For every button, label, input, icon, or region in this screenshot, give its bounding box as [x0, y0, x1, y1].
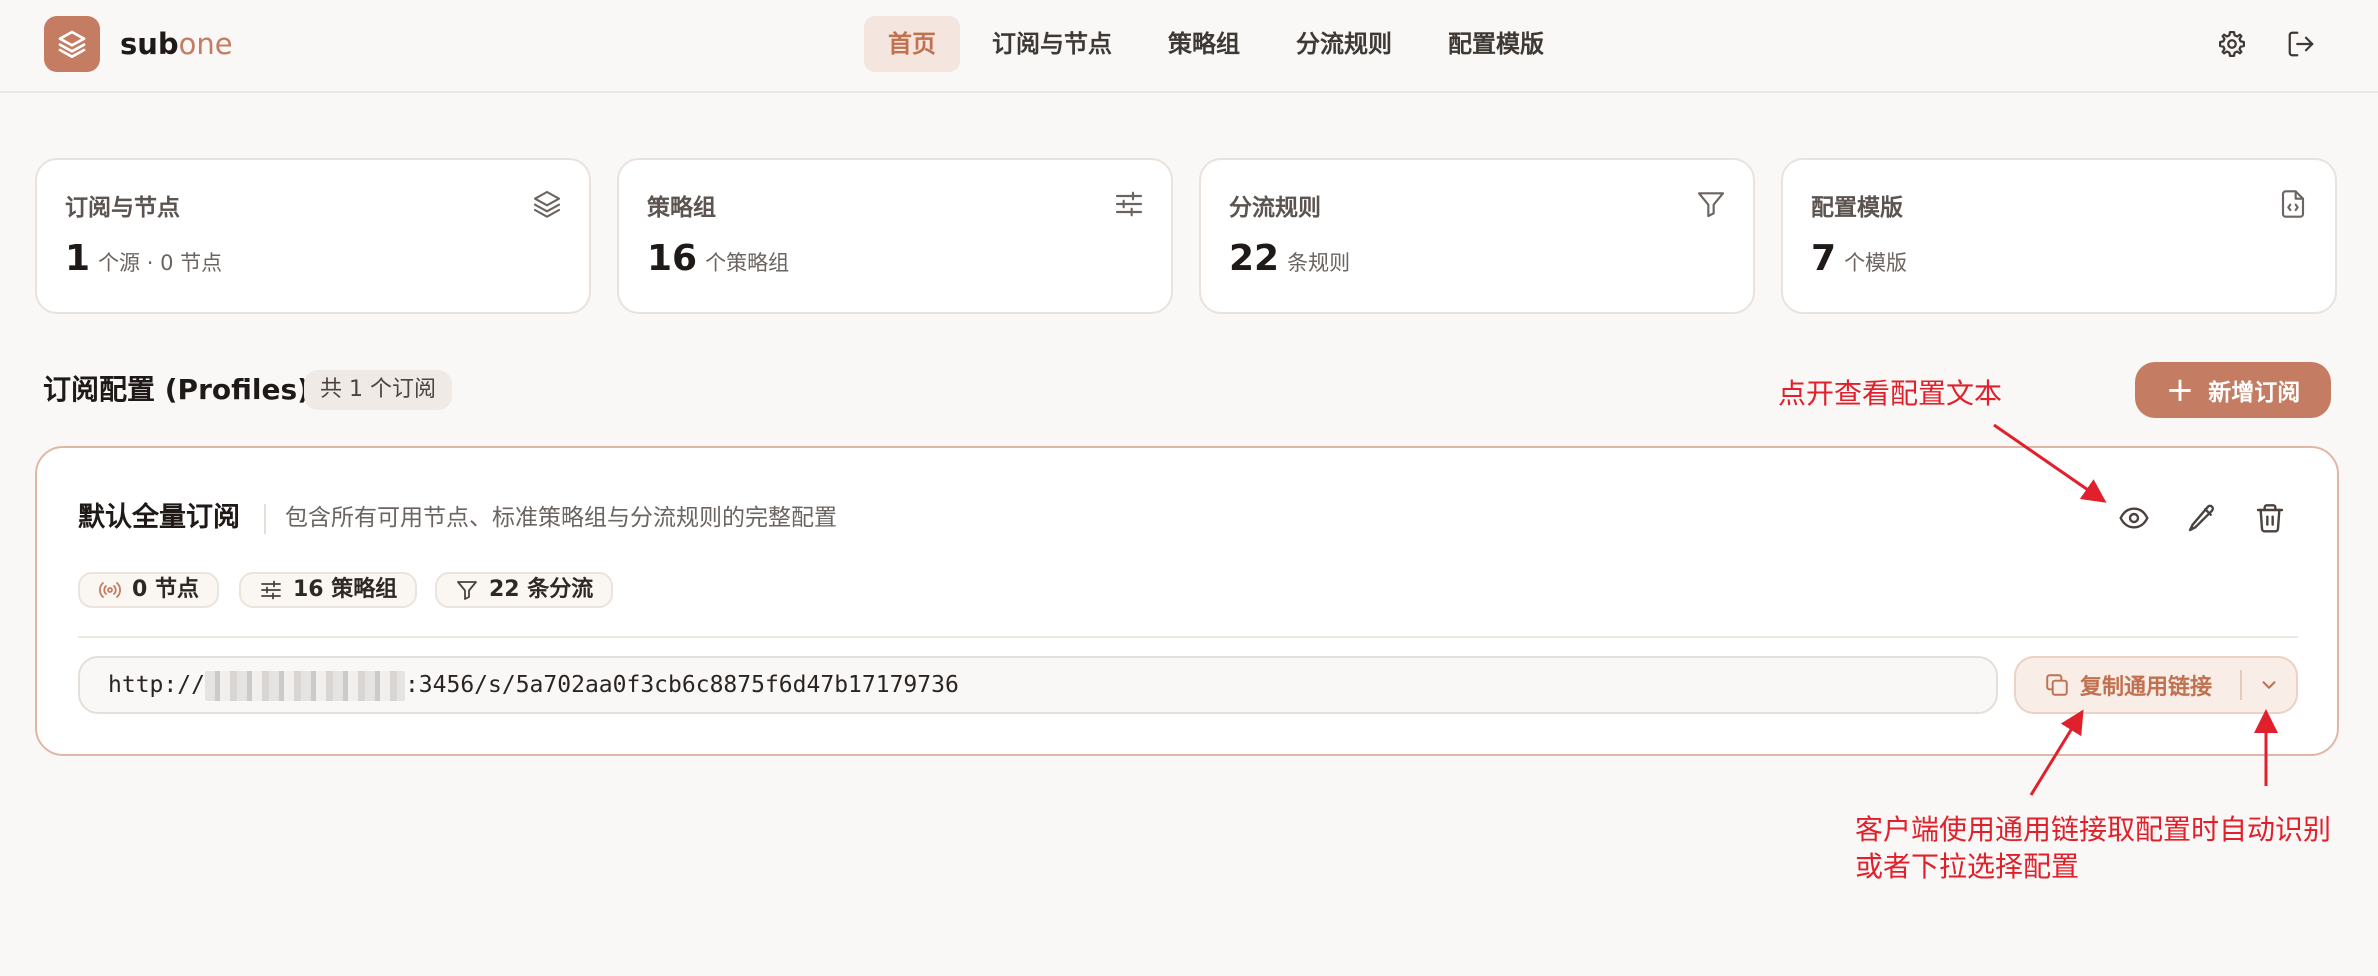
- url-suffix: :3456/s/5a702aa0f3cb6c8875f6d47b17179736: [404, 672, 959, 698]
- chip-rules: 22 条分流: [435, 572, 614, 608]
- settings-button[interactable]: [2212, 24, 2252, 64]
- logout-icon: [2288, 31, 2314, 57]
- sliders-icon: [261, 580, 281, 600]
- chip-label: 16 策略组: [293, 577, 398, 602]
- stat-card-templates[interactable]: 配置模版 7 个模版: [1781, 158, 2337, 314]
- copy-icon: [2046, 674, 2068, 696]
- delete-button[interactable]: [2250, 498, 2290, 538]
- stat-unit: 条规则: [1287, 251, 1351, 275]
- nav-home[interactable]: 首页: [864, 16, 960, 72]
- top-header: subone 首页 订阅与节点 策略组 分流规则 配置模版: [0, 0, 2378, 93]
- gear-icon: [2219, 31, 2245, 57]
- annotation-copy-hint-line2: 或者下拉选择配置: [1855, 850, 2080, 883]
- add-button-label: 新增订阅: [2208, 380, 2301, 406]
- stat-value: 16: [647, 238, 698, 279]
- copy-link-button-group: 复制通用链接: [2014, 656, 2298, 714]
- stat-title: 配置模版: [1811, 195, 1903, 221]
- config-select-dropdown-toggle[interactable]: [2242, 658, 2296, 712]
- divider: [78, 636, 2298, 638]
- stat-value: 22: [1229, 238, 1280, 279]
- layers-icon: [533, 190, 561, 218]
- nav-templates[interactable]: 配置模版: [1424, 16, 1568, 72]
- nav-subscriptions[interactable]: 订阅与节点: [968, 16, 1136, 72]
- profile-description: 包含所有可用节点、标准策略组与分流规则的完整配置: [285, 505, 837, 531]
- masked-host: [204, 670, 405, 701]
- filter-icon: [457, 581, 477, 600]
- trash-icon: [2256, 504, 2284, 533]
- view-config-button[interactable]: [2114, 498, 2154, 538]
- stat-value: 7: [1811, 238, 1837, 279]
- chip-nodes: 0 节点: [78, 572, 219, 608]
- stat-unit: 个源 · 0 节点: [98, 251, 223, 275]
- app-root: subone 首页 订阅与节点 策略组 分流规则 配置模版 订阅与节点 1 个源…: [0, 0, 2378, 976]
- stat-card-policy-groups[interactable]: 策略组 16 个策略组: [617, 158, 1173, 314]
- copy-link-button[interactable]: 复制通用链接: [2016, 658, 2240, 712]
- subscription-url-field[interactable]: http:// :3456/s/5a702aa0f3cb6c8875f6d47b1…: [78, 656, 1998, 714]
- stat-unit: 个策略组: [705, 251, 790, 275]
- title-divider: [264, 504, 266, 534]
- plus-icon: +: [2165, 370, 2195, 410]
- pencil-icon: [2188, 504, 2215, 532]
- annotation-view-hint: 点开查看配置文本: [1778, 377, 2003, 410]
- stat-unit: 个模版: [1844, 251, 1908, 275]
- stat-card-subscriptions[interactable]: 订阅与节点 1 个源 · 0 节点: [35, 158, 591, 314]
- chip-label: 22 条分流: [489, 577, 594, 602]
- main-nav: 首页 订阅与节点 策略组 分流规则 配置模版: [864, 16, 1576, 72]
- layers-logo-icon: [58, 30, 86, 58]
- logout-button[interactable]: [2281, 24, 2321, 64]
- filter-icon: [1697, 192, 1725, 218]
- add-subscription-button[interactable]: + 新增订阅: [2135, 362, 2331, 418]
- profile-name: 默认全量订阅: [78, 502, 240, 533]
- brand-light: one: [178, 27, 233, 61]
- url-prefix: http://: [108, 672, 205, 698]
- stat-card-rules[interactable]: 分流规则 22 条规则: [1199, 158, 1755, 314]
- stat-title: 分流规则: [1229, 195, 1321, 221]
- stat-title: 订阅与节点: [65, 195, 180, 221]
- chip-label: 0 节点: [132, 577, 199, 602]
- stat-title: 策略组: [647, 195, 716, 221]
- nav-rules[interactable]: 分流规则: [1272, 16, 1416, 72]
- nav-policy-groups[interactable]: 策略组: [1144, 16, 1264, 72]
- brand-bold: sub: [120, 27, 179, 61]
- annotation-copy-hint-line1: 客户端使用通用链接取配置时自动识别: [1855, 813, 2332, 846]
- file-code-icon: [2281, 190, 2305, 218]
- eye-icon: [2119, 507, 2149, 529]
- brand-name: subone: [120, 24, 233, 64]
- broadcast-icon: [99, 582, 121, 598]
- edit-button[interactable]: [2182, 498, 2222, 538]
- stat-value: 1: [65, 238, 91, 279]
- chip-policy-groups: 16 策略组: [239, 572, 418, 608]
- logo[interactable]: [44, 16, 100, 72]
- profile-card: 默认全量订阅 包含所有可用节点、标准策略组与分流规则的完整配置 0 节点 16 …: [35, 446, 2339, 756]
- sliders-icon: [1115, 191, 1143, 217]
- count-badge: 共 1 个订阅: [304, 370, 452, 410]
- copy-link-label: 复制通用链接: [2079, 675, 2212, 700]
- section-title: 订阅配置 (Profiles): [43, 373, 310, 406]
- chevron-down-icon: [2262, 681, 2276, 689]
